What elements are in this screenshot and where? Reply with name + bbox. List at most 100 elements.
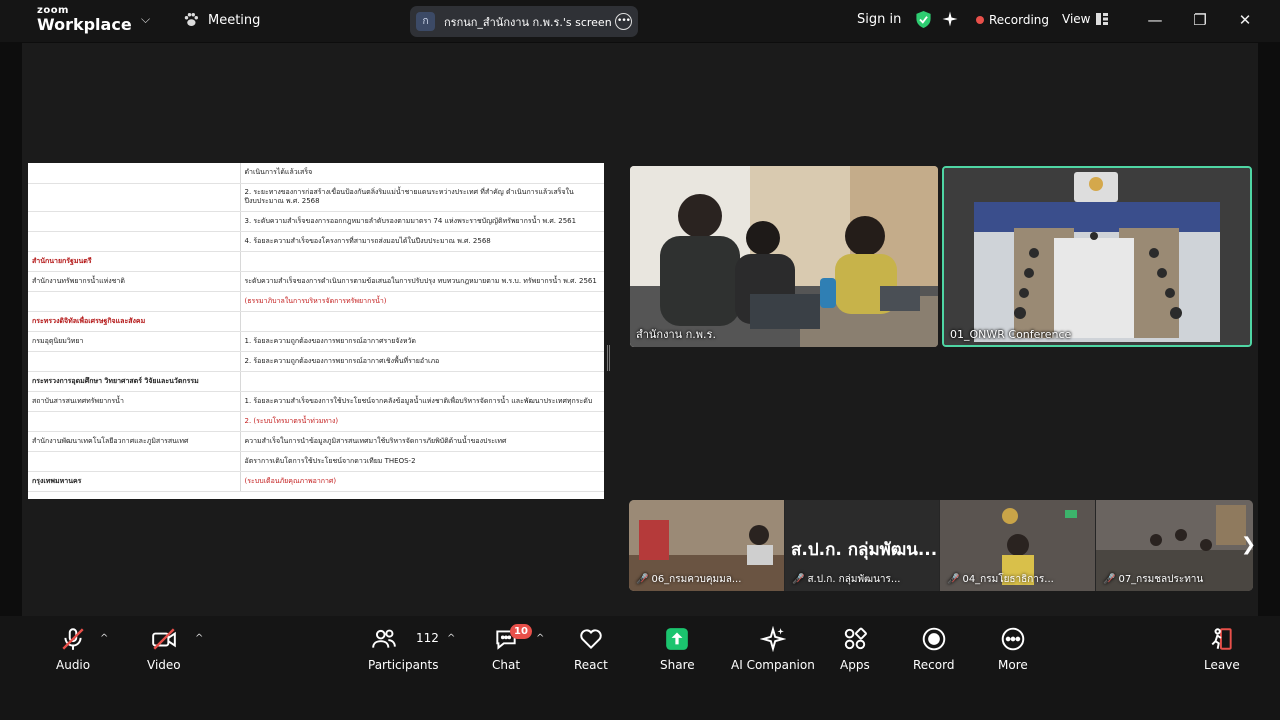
indicator-cell: 3. ระดับความสำเร็จของการออกกฎหมายลำดับรอ… (240, 211, 604, 232)
leave-door-icon (1211, 628, 1232, 650)
kpi-table-row: 2. ระยะทางของการก่อสร้างเขื่อนป้องกันตลิ… (28, 183, 604, 212)
agency-cell (28, 231, 241, 252)
mic-muted-icon: 🎤̸ (947, 574, 960, 585)
encryption-shield-icon[interactable] (915, 10, 932, 29)
logo-workplace-text: Workplace (37, 15, 132, 34)
kpi-table-row: 2. ร้อยละความถูกต้องของการพยากรณ์อากาศเช… (28, 351, 604, 372)
chat-unread-badge: 10 (510, 624, 532, 639)
agency-cell (28, 411, 241, 432)
apps-icon (844, 627, 867, 650)
kpi-table-row: สถาบันสารสนเทศทรัพยากรน้ำ 1. ร้อยละความสำ… (28, 391, 604, 412)
audio-options-caret-icon[interactable]: ^ (100, 633, 108, 644)
video-button[interactable]: Video (147, 626, 181, 672)
recording-label: Recording (989, 13, 1050, 27)
participant-name-large: ส.ป.ก. กลุ่มพัฒน... (791, 540, 938, 560)
indicator-cell: (ธรรมาภิบาลในการบริหารจัดการทรัพยากรน้ำ) (240, 291, 604, 312)
indicator-cell: ระดับความสำเร็จของการดำเนินการตามข้อเสนอ… (240, 271, 604, 292)
participant-name-tag: 🎤̸ ส.ป.ก. กลุ่มพัฒนาร... (792, 574, 901, 585)
participant-filmstrip: 🎤̸ 06_กรมควบคุมมล... ส.ป.ก. กลุ่มพัฒน... … (629, 500, 1253, 591)
indicator-cell (240, 371, 604, 392)
kpi-table-row: 2. (ระบบโทรมาตรน้ำท่วมทาง) (28, 411, 604, 432)
indicator-cell: ความสำเร็จในการนำข้อมูลภูมิสารสนเทศมาใช้… (240, 431, 604, 452)
kpi-table-row: สำนักงานพัฒนาเทคโนโลยีอวกาศและภูมิสารสนเ… (28, 431, 604, 452)
audio-button[interactable]: Audio (56, 626, 90, 672)
kpi-table-row: กระทรวงการอุดมศึกษา วิทยาศาสตร์ วิจัยและ… (28, 371, 604, 392)
kpi-table-row: 4. ร้อยละความสำเร็จของโครงการที่สามารถส่… (28, 231, 604, 252)
view-label: View (1062, 12, 1091, 26)
strip-tile-2[interactable]: 🎤̸ 04_กรมโยธาธิการ... (940, 500, 1095, 591)
more-label: More (998, 658, 1028, 672)
minimize-window-button[interactable]: — (1145, 10, 1165, 30)
mic-muted-icon: 🎤̸ (1103, 574, 1116, 585)
indicator-cell: อัตราการเติบโตการใช้ประโยชน์จากดาวเทียม … (240, 451, 604, 472)
ai-sparkle-icon[interactable] (941, 10, 959, 28)
screen-share-indicator[interactable]: ก กรกนก_สำนักงาน ก.พ.ร.'s screen ••• (410, 6, 638, 37)
more-options-icon[interactable]: ••• (615, 13, 632, 30)
more-button[interactable]: More (998, 626, 1028, 672)
zoom-workplace-logo[interactable]: zoom Workplace (37, 6, 132, 33)
participants-options-caret-icon[interactable]: ^ (447, 633, 455, 644)
apps-button[interactable]: Apps (840, 626, 870, 672)
video-tile-onwr-conference[interactable]: 01_ONWR Conference (942, 166, 1252, 347)
agency-cell: สำนักงานพัฒนาเทคโนโลยีอวกาศและภูมิสารสนเ… (28, 431, 241, 452)
mic-muted-icon: 🎤̸ (636, 574, 649, 585)
ai-companion-label: AI Companion (731, 658, 815, 672)
leave-label: Leave (1204, 658, 1240, 672)
participant-name-tag: 🎤̸ 07_กรมชลประทาน (1103, 574, 1204, 585)
record-button[interactable]: Record (913, 626, 954, 672)
mic-muted-icon: 🎤̸ (792, 574, 805, 585)
strip-tile-3[interactable]: 🎤̸ 07_กรมชลประทาน (1096, 500, 1253, 591)
agency-cell (28, 211, 241, 232)
video-label: Video (147, 658, 181, 672)
agency-cell: สำนักงานทรัพยากรน้ำแห่งชาติ (28, 271, 241, 292)
more-dots-icon (1001, 627, 1025, 651)
agency-cell (28, 291, 241, 312)
camera-off-icon (152, 628, 176, 650)
share-label: Share (660, 658, 695, 672)
agency-cell: กระทรวงการอุดมศึกษา วิทยาศาสตร์ วิจัยและ… (28, 371, 241, 392)
shared-screen-document[interactable]: ดำเนินการได้แล้วเสร็จ 2. ระยะทางของการก่อ… (28, 163, 604, 499)
share-title: กรกนก_สำนักงาน ก.พ.ร.'s screen (444, 15, 612, 29)
ai-companion-button[interactable]: AI Companion (731, 626, 815, 672)
share-screen-button[interactable]: Share (660, 626, 695, 672)
apps-label: Apps (840, 658, 870, 672)
indicator-cell: 2. ร้อยละความถูกต้องของการพยากรณ์อากาศเช… (240, 351, 604, 372)
indicator-cell: 4. ร้อยละความสำเร็จของโครงการที่สามารถส่… (240, 231, 604, 252)
chevron-down-icon[interactable]: ⌵ (141, 12, 150, 27)
agency-cell: กรุงเทพมหานคร (28, 471, 241, 492)
participants-label: Participants (368, 658, 439, 672)
kpi-table-row: สำนักนายกรัฐมนตรี (28, 251, 604, 272)
opdc-room-video (630, 166, 938, 347)
kpi-table-row: กรุงเทพมหานคร (ระบบเตือนภัยคุณภาพอากาศ) (28, 471, 604, 492)
participant-name-tag: 🎤̸ 04_กรมโยธาธิการ... (947, 574, 1054, 585)
video-options-caret-icon[interactable]: ^ (195, 633, 203, 644)
restore-window-button[interactable]: ❐ (1190, 10, 1210, 30)
agency-cell: กระทรวงดิจิทัลเพื่อเศรษฐกิจและสังคม (28, 311, 241, 332)
react-button[interactable]: React (574, 626, 608, 672)
heart-icon (580, 629, 602, 650)
leave-meeting-button[interactable]: Leave (1204, 626, 1240, 672)
split-view-resize-handle[interactable] (607, 345, 610, 371)
close-window-button[interactable]: ✕ (1235, 10, 1255, 30)
chevron-right-icon[interactable]: ❯ (1241, 534, 1256, 555)
sign-in-link[interactable]: Sign in (857, 12, 901, 27)
audio-label: Audio (56, 658, 91, 672)
participant-name: 01_ONWR Conference (950, 328, 1072, 341)
agency-cell: สถาบันสารสนเทศทรัพยากรน้ำ (28, 391, 241, 412)
indicator-cell: 2. ระยะทางของการก่อสร้างเขื่อนป้องกันตลิ… (240, 183, 604, 212)
sharer-avatar: ก (416, 12, 435, 31)
kpi-table-row: (ธรรมาภิบาลในการบริหารจัดการทรัพยากรน้ำ) (28, 291, 604, 312)
view-button[interactable]: View (1062, 12, 1109, 26)
video-tile-opdc[interactable]: สำนักงาน ก.พ.ร. (630, 166, 938, 347)
participant-name-tag: 🎤̸ 06_กรมควบคุมมล... (636, 574, 742, 585)
recording-indicator[interactable]: Recording (976, 13, 1049, 27)
indicator-cell (240, 311, 604, 332)
meeting-button[interactable]: Meeting (182, 11, 260, 29)
strip-tile-1[interactable]: ส.ป.ก. กลุ่มพัฒน... 🎤̸ ส.ป.ก. กลุ่มพัฒนาร… (785, 500, 939, 591)
record-icon (922, 627, 946, 651)
chat-options-caret-icon[interactable]: ^ (536, 633, 544, 644)
strip-tile-0[interactable]: 🎤̸ 06_กรมควบคุมมล... (629, 500, 784, 591)
indicator-cell: (ระบบเตือนภัยคุณภาพอากาศ) (240, 471, 604, 492)
participant-count: 112 (416, 631, 439, 645)
indicator-cell: 2. (ระบบโทรมาตรน้ำท่วมทาง) (240, 411, 604, 432)
